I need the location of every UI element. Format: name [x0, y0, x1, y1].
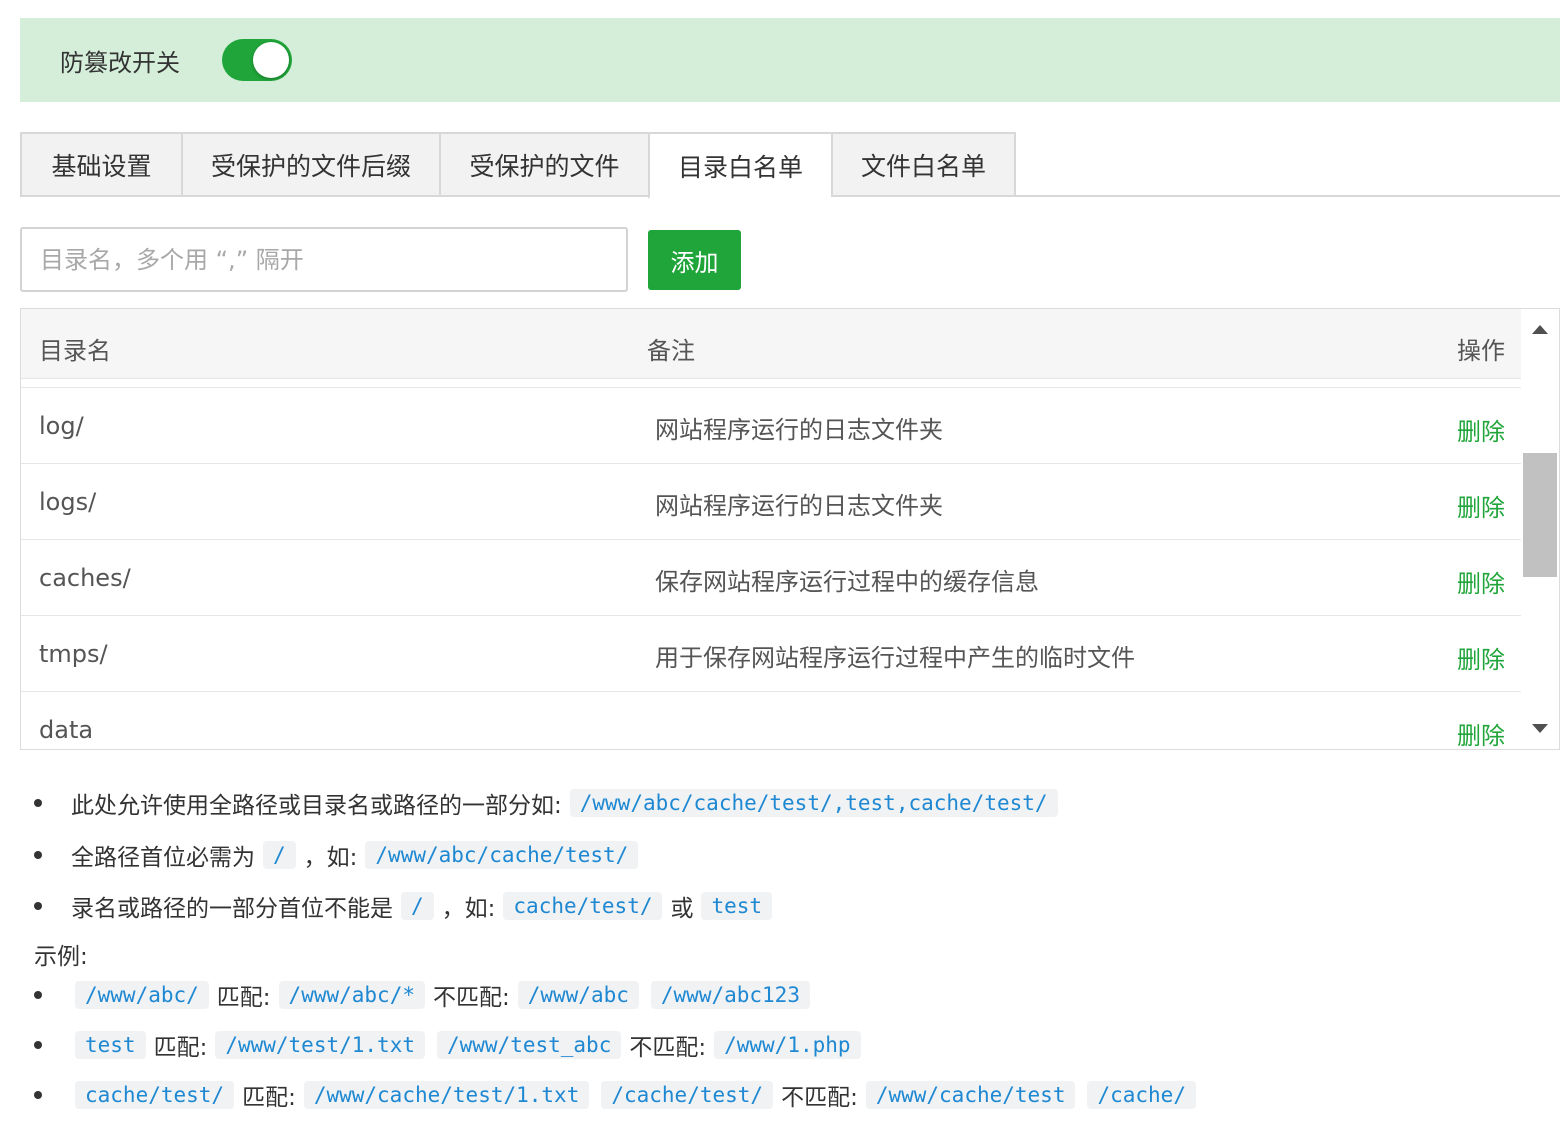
- table-row: data 删除: [21, 691, 1521, 749]
- code-example: /www/cache/test/1.txt: [303, 1081, 590, 1109]
- code-example: /cache/: [1087, 1081, 1196, 1109]
- code-example: /www/1.php: [714, 1031, 861, 1059]
- help-text: 匹配:: [242, 1085, 296, 1111]
- bullet-icon: [34, 1041, 42, 1049]
- column-header-op: 操作: [1457, 337, 1505, 365]
- help-text: 示例:: [34, 944, 88, 970]
- tamper-proof-banner: 防篡改开关: [20, 18, 1560, 102]
- bullet-icon: [34, 991, 42, 999]
- table-row: logs/ 网站程序运行的日志文件夹 删除: [21, 463, 1521, 539]
- help-text: 或: [670, 896, 694, 922]
- bullet-icon: [34, 799, 42, 807]
- delete-link[interactable]: 删除: [1457, 716, 1505, 749]
- help-line: 录名或路径的一部分首位不能是 / ，如: cache/test/ 或 test: [34, 889, 778, 923]
- delete-link[interactable]: 删除: [1457, 488, 1505, 523]
- help-text: 匹配:: [153, 1035, 208, 1061]
- tab-protected-files[interactable]: 受保护的文件: [439, 132, 648, 197]
- table-row: log/ 网站程序运行的日志文件夹 删除: [21, 387, 1521, 463]
- example-line: cache/test/ 匹配: /www/cache/test/1.txt /c…: [34, 1078, 1202, 1112]
- row-dir-name: tmps/: [39, 640, 108, 668]
- code-example: /www/abc/*: [278, 981, 425, 1009]
- row-note: 网站程序运行的日志文件夹: [655, 492, 943, 520]
- code-example: /www/abc/cache/test/,test,cache/test/: [569, 789, 1058, 817]
- help-text: ，如:: [303, 845, 358, 871]
- tab-basic-settings[interactable]: 基础设置: [20, 132, 181, 197]
- directory-name-input[interactable]: [20, 227, 628, 292]
- help-line: 此处允许使用全路径或目录名或路径的一部分如: /www/abc/cache/te…: [34, 786, 1064, 820]
- delete-link[interactable]: 删除: [1457, 412, 1505, 447]
- toggle-knob: [253, 42, 289, 78]
- code-example: /www/abc/cache/test/: [365, 841, 639, 869]
- bullet-icon: [34, 851, 42, 859]
- help-text: 不匹配:: [781, 1085, 858, 1111]
- code-example: test: [701, 892, 773, 920]
- help-text: ，如:: [441, 896, 496, 922]
- code-example: /www/abc/: [75, 981, 209, 1009]
- code-example: /: [263, 841, 296, 869]
- code-example: cache/test/: [75, 1081, 235, 1109]
- code-example: /www/cache/test: [865, 1081, 1076, 1109]
- tamper-switch-toggle[interactable]: [222, 39, 292, 81]
- table-row: tmps/ 用于保存网站程序运行过程中产生的临时文件 删除: [21, 615, 1521, 691]
- bullet-icon: [34, 1091, 42, 1099]
- code-example: /: [401, 892, 434, 920]
- row-dir-name: data: [39, 716, 94, 744]
- code-example: test: [75, 1031, 146, 1059]
- help-text: 全路径首位必需为: [71, 845, 255, 871]
- row-dir-name: caches/: [39, 564, 131, 592]
- example-line: /www/abc/ 匹配: /www/abc/* 不匹配: /www/abc /…: [34, 978, 816, 1012]
- help-line: 全路径首位必需为 / ，如: /www/abc/cache/test/: [34, 838, 644, 872]
- delete-link[interactable]: 删除: [1457, 640, 1505, 675]
- help-text: 此处允许使用全路径或目录名或路径的一部分如:: [71, 793, 562, 819]
- row-dir-name: logs/: [39, 488, 97, 516]
- help-text: 不匹配:: [432, 985, 510, 1011]
- code-example: /www/abc123: [650, 981, 810, 1009]
- bullet-icon: [34, 902, 42, 910]
- code-example: /www/test_abc: [436, 1031, 622, 1059]
- add-button[interactable]: 添加: [648, 230, 741, 290]
- code-example: /www/abc: [517, 981, 639, 1009]
- scroll-thumb[interactable]: [1523, 453, 1557, 577]
- tamper-switch-label: 防篡改开关: [60, 48, 180, 77]
- row-dir-name: log/: [39, 412, 84, 440]
- example-line: test 匹配: /www/test/1.txt /www/test_abc 不…: [34, 1028, 867, 1062]
- table-scrollbar[interactable]: [1521, 309, 1559, 749]
- help-text: 录名或路径的一部分首位不能是: [71, 896, 393, 922]
- code-example: /cache/test/: [601, 1081, 774, 1109]
- column-header-name: 目录名: [39, 337, 111, 365]
- code-example: /www/test/1.txt: [215, 1031, 425, 1059]
- column-header-note: 备注: [647, 337, 695, 365]
- help-text: 匹配:: [216, 985, 271, 1011]
- help-text: 不匹配:: [629, 1035, 707, 1061]
- settings-tabs: 基础设置 受保护的文件后缀 受保护的文件 目录白名单 文件白名单: [20, 132, 1560, 199]
- scroll-down-arrow-icon[interactable]: [1532, 724, 1548, 733]
- table-body: log/ 网站程序运行的日志文件夹 删除 logs/ 网站程序运行的日志文件夹 …: [21, 387, 1521, 749]
- table-row: caches/ 保存网站程序运行过程中的缓存信息 删除: [21, 539, 1521, 615]
- tab-directory-whitelist[interactable]: 目录白名单: [648, 132, 831, 199]
- row-note: 用于保存网站程序运行过程中产生的临时文件: [655, 644, 1135, 672]
- whitelist-table: 目录名 备注 操作 log/ 网站程序运行的日志文件夹 删除 logs/ 网站程…: [20, 308, 1560, 750]
- row-note: 网站程序运行的日志文件夹: [655, 416, 943, 444]
- code-example: cache/test/: [503, 892, 663, 920]
- scroll-up-arrow-icon[interactable]: [1532, 325, 1548, 334]
- delete-link[interactable]: 删除: [1457, 564, 1505, 599]
- tab-file-whitelist[interactable]: 文件白名单: [831, 132, 1016, 197]
- tab-protected-extensions[interactable]: 受保护的文件后缀: [181, 132, 439, 197]
- row-note: 保存网站程序运行过程中的缓存信息: [655, 568, 1039, 596]
- example-title: 示例:: [34, 937, 88, 971]
- table-header: 目录名 备注 操作: [21, 309, 1521, 379]
